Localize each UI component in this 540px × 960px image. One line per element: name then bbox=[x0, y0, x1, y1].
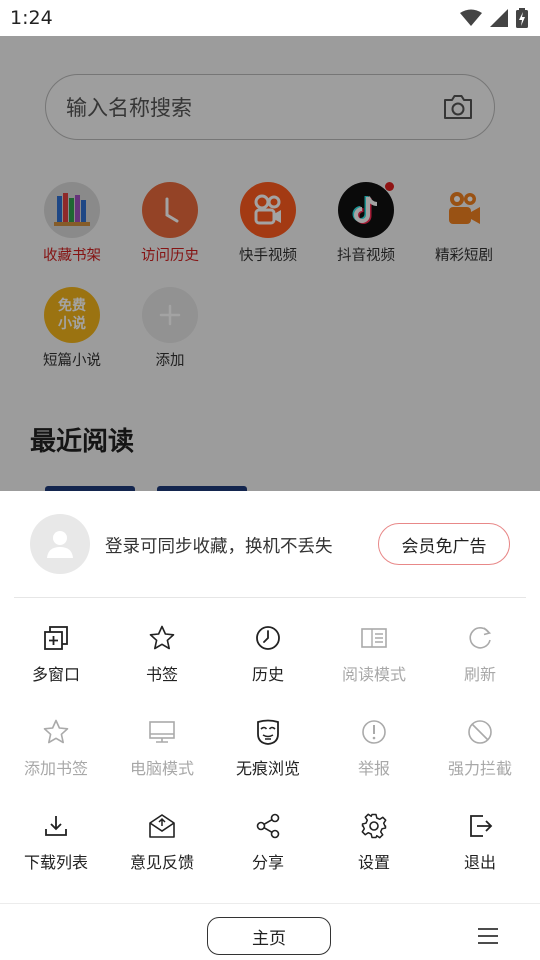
login-row[interactable]: 登录可同步收藏，换机不丢失 会员免广告 bbox=[0, 491, 540, 598]
menu-feedback[interactable]: 意见反馈 bbox=[109, 812, 215, 882]
menu-label: 无痕浏览 bbox=[235, 759, 300, 778]
share-icon bbox=[256, 813, 280, 839]
menu-label: 强力拦截 bbox=[447, 759, 512, 778]
menu-label: 历史 bbox=[251, 665, 284, 684]
signal-icon bbox=[490, 9, 508, 27]
desktop-icon bbox=[149, 721, 175, 743]
menu-label: 下载列表 bbox=[23, 853, 88, 872]
vip-no-ads-button[interactable]: 会员免广告 bbox=[378, 523, 510, 565]
refresh-icon bbox=[469, 627, 492, 649]
home-button[interactable]: 主页 bbox=[207, 917, 331, 955]
history-clock-icon bbox=[256, 626, 280, 650]
avatar[interactable] bbox=[30, 514, 90, 574]
divider bbox=[0, 903, 540, 904]
menu-exit[interactable]: 退出 bbox=[427, 812, 533, 882]
menu-settings[interactable]: 设置 bbox=[321, 812, 427, 882]
login-prompt[interactable]: 登录可同步收藏，换机不丢失 bbox=[105, 533, 333, 558]
menu-block[interactable]: 强力拦截 bbox=[427, 718, 533, 788]
menu-refresh[interactable]: 刷新 bbox=[427, 624, 533, 694]
hamburger-menu-icon[interactable] bbox=[477, 926, 499, 946]
incognito-mask-icon bbox=[257, 719, 279, 745]
gear-icon bbox=[361, 813, 387, 839]
menu-label: 分享 bbox=[251, 853, 284, 872]
divider bbox=[14, 597, 526, 598]
status-time: 1:24 bbox=[10, 7, 53, 29]
menu-report[interactable]: 举报 bbox=[321, 718, 427, 788]
menu-bookmarks[interactable]: 书签 bbox=[109, 624, 215, 694]
report-icon bbox=[362, 720, 386, 744]
menu-incognito[interactable]: 无痕浏览 bbox=[215, 718, 321, 788]
reading-mode-icon bbox=[361, 628, 387, 648]
menu-label: 多窗口 bbox=[31, 665, 80, 684]
menu-label: 意见反馈 bbox=[129, 853, 194, 872]
menu-share[interactable]: 分享 bbox=[215, 812, 321, 882]
menu-label: 电脑模式 bbox=[129, 759, 194, 778]
menu-label: 添加书签 bbox=[23, 759, 88, 778]
add-bookmark-icon bbox=[43, 719, 69, 744]
multi-window-icon bbox=[44, 626, 68, 650]
menu-label: 刷新 bbox=[463, 665, 496, 684]
status-icons bbox=[460, 8, 528, 28]
feedback-envelope-icon bbox=[149, 814, 175, 838]
menu-add-bookmark[interactable]: 添加书签 bbox=[3, 718, 109, 788]
user-icon bbox=[47, 531, 73, 558]
menu-label: 举报 bbox=[357, 759, 390, 778]
menu-history[interactable]: 历史 bbox=[215, 624, 321, 694]
block-icon bbox=[468, 720, 492, 744]
status-bar: 1:24 bbox=[0, 0, 540, 36]
menu-label: 书签 bbox=[145, 665, 178, 684]
battery-icon bbox=[516, 8, 528, 28]
menu-desktop-mode[interactable]: 电脑模式 bbox=[109, 718, 215, 788]
menu-downloads[interactable]: 下载列表 bbox=[3, 812, 109, 882]
download-icon bbox=[45, 816, 67, 836]
menu-label: 设置 bbox=[357, 853, 390, 872]
menu-reading-mode[interactable]: 阅读模式 bbox=[321, 624, 427, 694]
menu-multi-window[interactable]: 多窗口 bbox=[3, 624, 109, 694]
menu-label: 退出 bbox=[463, 853, 496, 872]
menu-label: 阅读模式 bbox=[341, 665, 406, 684]
exit-icon bbox=[470, 815, 493, 837]
star-icon bbox=[149, 625, 175, 650]
wifi-icon bbox=[460, 9, 482, 26]
